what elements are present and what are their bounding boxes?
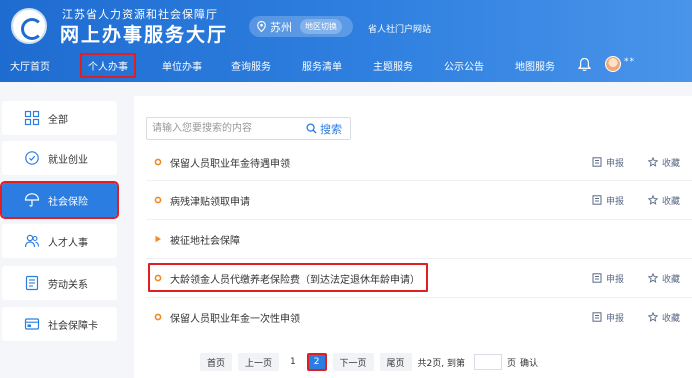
service-title[interactable]: 保留人员职业年金一次性申领: [170, 310, 300, 325]
row-divider: [146, 219, 692, 220]
search-input[interactable]: [152, 118, 302, 139]
row-divider: [146, 180, 692, 181]
search-button-label: 搜索: [320, 122, 342, 136]
favorite-button[interactable]: 收藏: [648, 272, 680, 285]
prev-page-button[interactable]: 上一页: [238, 353, 280, 371]
city-name: 苏州: [270, 20, 292, 34]
umbrella-icon: [24, 193, 40, 207]
bullet-dot-icon: [154, 313, 162, 321]
site-title[interactable]: 网上办事服务大厅: [60, 20, 228, 47]
bullet-dot-icon: [154, 196, 162, 204]
confirm-button[interactable]: 确认: [520, 356, 538, 369]
apply-label: 申报: [606, 158, 625, 169]
star-icon: [648, 195, 658, 205]
apply-button[interactable]: 申报: [592, 194, 624, 207]
favorite-button[interactable]: 收藏: [648, 156, 680, 169]
sidebar-item-label: 社会保障卡: [48, 320, 98, 332]
pagination: 首页 上一页 1 2 下一页 尾页 共2页, 到第 页 确认: [200, 352, 542, 372]
apply-icon: [592, 157, 602, 167]
service-list-panel: 搜索 保留人员职业年金待遇申领 申报 收藏 病残津贴领取申请 申报 收藏 被征地: [134, 96, 692, 378]
next-page-button[interactable]: 下一页: [332, 353, 374, 371]
apply-button[interactable]: 申报: [592, 272, 624, 285]
bell-icon[interactable]: [578, 57, 591, 72]
nav-item-query[interactable]: 查询服务: [231, 58, 271, 73]
sidebar-item-label: 全部: [48, 114, 68, 126]
favorite-button[interactable]: 收藏: [648, 311, 680, 324]
apply-icon: [592, 312, 602, 322]
user-name[interactable]: **: [624, 57, 635, 67]
grid-icon: [24, 110, 40, 126]
location-pin-icon: [257, 21, 266, 32]
goto-page-input[interactable]: [473, 354, 502, 370]
service-title[interactable]: 保留人员职业年金待遇申领: [170, 155, 290, 170]
badge-icon: [25, 151, 39, 165]
sidebar-item-social-insurance[interactable]: 社会保险: [0, 181, 119, 219]
service-title[interactable]: 病残津贴领取申请: [170, 193, 250, 208]
apply-button[interactable]: 申报: [592, 311, 624, 324]
service-row[interactable]: 病残津贴领取申请 申报 收藏: [146, 185, 692, 215]
service-category-row[interactable]: 被征地社会保障: [146, 224, 692, 254]
document-icon: [25, 275, 39, 291]
page-summary-suffix: 页: [506, 358, 516, 369]
header: 江苏省人力资源和社会保障厅 网上办事服务大厅 苏州 地区切换 省人社门户网站 大…: [0, 0, 692, 82]
nav-item-map[interactable]: 地图服务: [515, 58, 555, 73]
page-button-2-current[interactable]: 2: [306, 353, 327, 371]
sidebar-item-label: 劳动关系: [48, 279, 88, 291]
favorite-label: 收藏: [662, 274, 681, 285]
sidebar-item-all[interactable]: 全部: [2, 101, 117, 135]
apply-icon: [592, 273, 602, 283]
sidebar-item-label: 就业创业: [48, 154, 88, 166]
star-icon: [648, 312, 658, 322]
sidebar-item-security-card[interactable]: 社会保障卡: [2, 307, 117, 341]
nav-item-personal[interactable]: 个人办事: [80, 53, 136, 78]
last-page-button[interactable]: 尾页: [379, 353, 412, 371]
sidebar-item-employment[interactable]: 就业创业: [2, 141, 117, 175]
page-button-1[interactable]: 1: [285, 353, 301, 371]
star-icon: [648, 273, 658, 283]
search-icon: [306, 123, 317, 134]
apply-label: 申报: [606, 313, 625, 324]
bullet-dot-icon: [154, 158, 162, 166]
apply-label: 申报: [606, 196, 625, 207]
row-divider: [146, 258, 692, 259]
apply-icon: [592, 195, 602, 205]
service-row[interactable]: 保留人员职业年金一次性申领 申报 收藏: [146, 302, 692, 332]
service-row[interactable]: 保留人员职业年金待遇申领 申报 收藏: [146, 147, 692, 177]
nav-item-announcements[interactable]: 公示公告: [444, 58, 484, 73]
search-bar: 搜索: [146, 117, 351, 140]
search-button[interactable]: 搜索: [306, 121, 342, 137]
city-selector[interactable]: 苏州 地区切换: [249, 16, 353, 37]
sidebar-item-labor-relations[interactable]: 劳动关系: [2, 266, 117, 300]
favorite-label: 收藏: [662, 196, 681, 207]
logo-icon[interactable]: [11, 8, 47, 44]
highlight-box: [148, 263, 428, 292]
portal-link[interactable]: 省人社门户网站: [368, 22, 431, 35]
sidebar-item-talent[interactable]: 人才人事: [2, 224, 117, 258]
avatar[interactable]: [605, 56, 621, 72]
nav-item-organization[interactable]: 单位办事: [162, 58, 202, 73]
sidebar-item-label: 社会保险: [48, 196, 88, 208]
first-page-button[interactable]: 首页: [200, 353, 233, 371]
sidebar-item-label: 人才人事: [48, 237, 88, 249]
favorite-label: 收藏: [662, 313, 681, 324]
card-icon: [24, 318, 40, 330]
apply-button[interactable]: 申报: [592, 156, 624, 169]
page-summary-prefix: 共2页, 到第: [417, 358, 465, 369]
service-title[interactable]: 被征地社会保障: [170, 232, 240, 247]
city-switch-button[interactable]: 地区切换: [300, 19, 342, 34]
nav-item-service-list[interactable]: 服务清单: [302, 58, 342, 73]
favorite-label: 收藏: [662, 158, 681, 169]
triangle-right-icon: [155, 235, 161, 243]
nav-item-home[interactable]: 大厅首页: [10, 58, 50, 73]
people-icon: [24, 234, 40, 248]
nav-item-topics[interactable]: 主题服务: [373, 58, 413, 73]
star-icon: [648, 157, 658, 167]
apply-label: 申报: [606, 274, 625, 285]
category-sidebar: 全部 就业创业 社会保险 人才人事 劳动关系 社会保障卡: [0, 96, 122, 378]
row-divider: [146, 297, 692, 298]
favorite-button[interactable]: 收藏: [648, 194, 680, 207]
